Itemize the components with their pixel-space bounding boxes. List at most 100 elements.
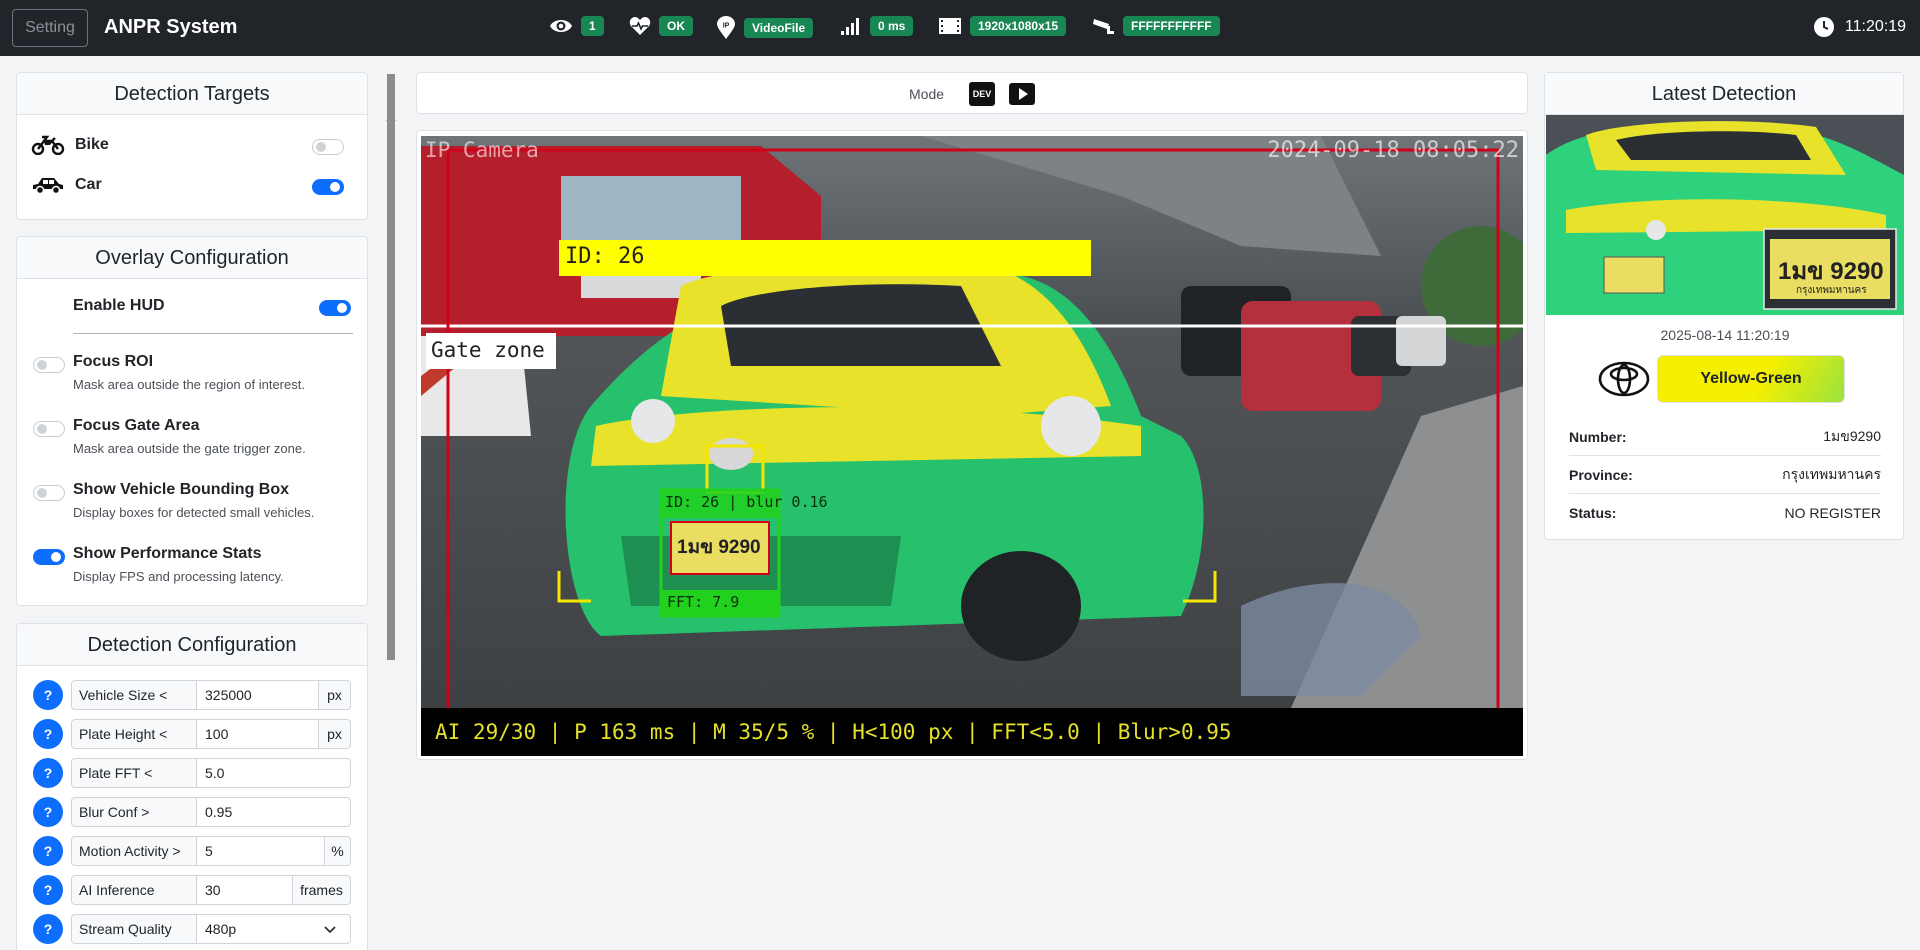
ip-location-icon: IP (717, 16, 735, 39)
perf-stats-label: Show Performance Stats (73, 545, 262, 562)
help-button[interactable]: ? (33, 875, 63, 905)
latest-vehicle-image[interactable]: 1มข 9290 กรุงเทพมหานคร (1546, 115, 1904, 315)
clock-icon (1813, 17, 1834, 37)
vehicle-color-label: Yellow-Green (1700, 370, 1802, 387)
vehicle-bbox-toggle[interactable] (33, 485, 65, 501)
latency-badge: 0 ms (870, 16, 914, 36)
plate-box-label: ID: 26 | blur 0.16 (665, 493, 828, 511)
config-row-ai-inference: ? AI Inference 30 frames (33, 875, 351, 905)
vehicle-size-input[interactable]: 325000 (197, 680, 319, 710)
help-button[interactable]: ? (33, 680, 63, 710)
play-mode-button[interactable] (1009, 83, 1035, 105)
motion-activity-input[interactable]: 5 (197, 836, 325, 866)
config-row-plate-fft: ? Plate FFT < 5.0 (33, 758, 351, 788)
config-unit: px (319, 719, 351, 749)
source-badge: VideoFile (744, 18, 814, 38)
blur-conf-input[interactable]: 0.95 (197, 797, 351, 827)
latest-plate-province: กรุงเทพมหานคร (1796, 285, 1867, 296)
target-car-row: Car (31, 175, 102, 195)
focus-gate-desc: Mask area outside the gate trigger zone. (73, 441, 306, 456)
hud-stats-bar: AI 29/30 | P 163 ms | M 35/5 % | H<100 p… (421, 708, 1523, 756)
app-title: ANPR System (104, 16, 238, 38)
status-latency: 0 ms (840, 16, 914, 36)
car-toggle[interactable] (312, 179, 344, 195)
enable-hud-label: Enable HUD (73, 297, 165, 314)
detection-targets-title: Detection Targets (17, 73, 367, 115)
target-car-label: Car (75, 176, 102, 193)
config-unit: frames (293, 875, 351, 905)
province-value: กรุงเทพมหานคร (1782, 465, 1881, 482)
latest-timestamp: 2025-08-14 11:20:19 (1660, 327, 1790, 343)
sidebar-scrollbar[interactable] (387, 74, 395, 660)
config-row-plate-height: ? Plate Height < 100 px (33, 719, 351, 749)
signal-icon (841, 18, 859, 35)
config-label: Plate Height < (71, 719, 197, 749)
target-bike-row: Bike (31, 135, 109, 155)
config-label: Stream Quality (71, 914, 197, 944)
focus-gate-toggle[interactable] (33, 421, 65, 437)
overlay-divider (73, 333, 353, 334)
enable-hud-toggle[interactable] (319, 300, 351, 316)
help-button[interactable]: ? (33, 719, 63, 749)
status-camera-id: FFFFFFFFFFF (1091, 16, 1220, 36)
detection-targets-card: Detection Targets Bike Car (16, 72, 368, 220)
vehicle-bbox-desc: Display boxes for detected small vehicle… (73, 505, 315, 520)
config-label: Vehicle Size < (71, 680, 197, 710)
focus-roi-label: Focus ROI (73, 353, 154, 370)
stream-quality-value: 480p (205, 921, 237, 937)
top-navbar: Setting ANPR System 1 OK IP VideoFile 0 … (0, 0, 1920, 56)
help-button[interactable]: ? (33, 914, 63, 944)
resolution-badge: 1920x1080x15 (970, 16, 1067, 36)
overlay-config-card: Overlay Configuration Enable HUD Focus R… (16, 236, 368, 606)
province-key: Province: (1569, 466, 1633, 483)
video-plate-text: 1มข 9290 (677, 537, 761, 558)
ai-inference-input[interactable]: 30 (197, 875, 293, 905)
cctv-camera-icon (1093, 19, 1114, 34)
video-frame (421, 136, 1523, 708)
plate-fft-input[interactable]: 5.0 (197, 758, 351, 788)
viewers-badge: 1 (581, 16, 604, 36)
status-resolution: 1920x1080x15 (938, 16, 1067, 36)
video-stream[interactable]: IP Camera 2024-09-18 08:05:22 ID: 26 Gat… (421, 136, 1523, 756)
chevron-down-icon (324, 926, 336, 934)
config-row-vehicle-size: ? Vehicle Size < 325000 px (33, 680, 351, 710)
info-row-status: Status: NO REGISTER (1569, 494, 1881, 532)
help-button[interactable]: ? (33, 836, 63, 866)
config-label: AI Inference (71, 875, 197, 905)
number-value: 1มข9290 (1823, 427, 1881, 444)
help-button[interactable]: ? (33, 797, 63, 827)
svg-text:IP: IP (723, 23, 730, 30)
status-viewers: 1 (549, 16, 604, 36)
setting-button[interactable]: Setting (12, 9, 88, 47)
plate-height-input[interactable]: 100 (197, 719, 319, 749)
stream-quality-select[interactable]: 480p (197, 914, 351, 944)
help-button[interactable]: ? (33, 758, 63, 788)
focus-roi-toggle[interactable] (33, 357, 65, 373)
focus-gate-label: Focus Gate Area (73, 417, 200, 434)
status-health: OK (629, 16, 693, 36)
perf-stats-toggle[interactable] (33, 549, 65, 565)
config-label: Plate FFT < (71, 758, 197, 788)
eye-icon (550, 20, 572, 32)
detection-config-title: Detection Configuration (17, 624, 367, 666)
status-key: Status: (1569, 505, 1617, 521)
status-source: IP VideoFile (716, 16, 814, 40)
mode-bar: Mode DEV (416, 72, 1528, 114)
info-row-number: Number: 1มข9290 (1569, 418, 1881, 456)
film-icon (939, 18, 961, 34)
latest-detection-card: Latest Detection 1มข 9290 กรุงเทพมหานคร … (1544, 72, 1904, 540)
dev-mode-button[interactable]: DEV (969, 82, 995, 106)
config-unit: % (325, 836, 351, 866)
car-icon (33, 178, 63, 195)
mode-label: Mode (909, 86, 945, 102)
latest-detection-title: Latest Detection (1545, 73, 1903, 115)
config-row-stream-quality: ? Stream Quality 480p (33, 914, 351, 944)
config-row-blur-conf: ? Blur Conf > 0.95 (33, 797, 351, 827)
video-timestamp: 2024-09-18 08:05:22 (1267, 138, 1519, 163)
camera-label: IP Camera (425, 138, 539, 162)
config-unit: px (319, 680, 351, 710)
target-bike-label: Bike (75, 136, 109, 153)
bike-toggle[interactable] (312, 139, 344, 155)
info-row-province: Province: กรุงเทพมหานคร (1569, 456, 1881, 494)
clock: 11:20:19 (1813, 16, 1906, 38)
